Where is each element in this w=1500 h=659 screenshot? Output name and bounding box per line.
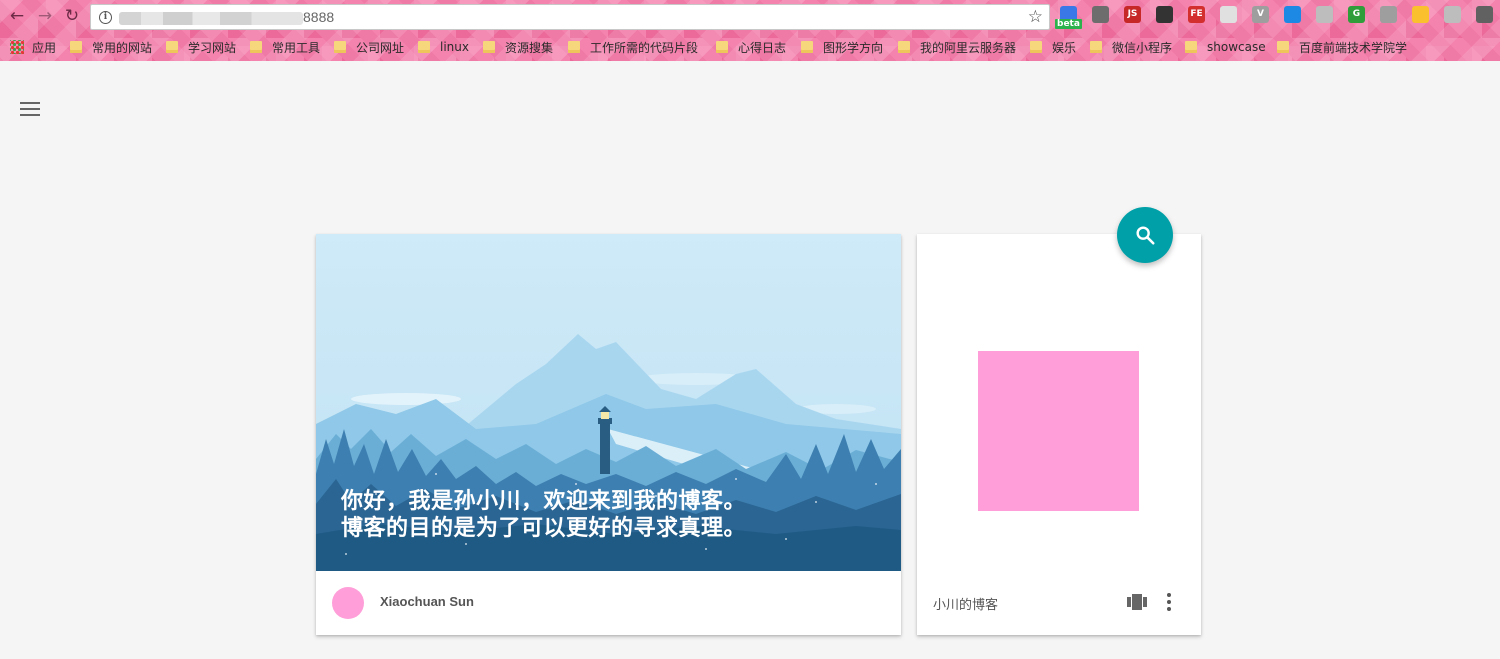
blog-info-card: 小川的博客 — [917, 234, 1201, 635]
blog-logo-placeholder — [978, 351, 1139, 511]
folder-icon — [70, 41, 82, 53]
url-redacted — [119, 12, 303, 25]
bookmark-item[interactable]: 资源搜集 — [483, 38, 553, 56]
info-icon[interactable]: i — [99, 11, 112, 24]
folder-icon — [1277, 41, 1289, 53]
bookmark-item[interactable]: 百度前端技术学院学 — [1277, 38, 1407, 56]
bookmark-item[interactable]: linux — [418, 38, 469, 56]
beta-badge: beta — [1055, 19, 1082, 29]
bookmark-label: 我的阿里云服务器 — [920, 40, 1017, 55]
bookmark-item[interactable]: 应用 — [10, 38, 56, 56]
folder-icon — [483, 41, 495, 53]
search-button[interactable] — [1117, 207, 1173, 263]
back-arrow-icon[interactable]: ← — [6, 5, 28, 27]
ghost-extension-icon[interactable] — [1092, 6, 1109, 23]
circle-extension-icon[interactable] — [1444, 6, 1461, 23]
bookmark-item[interactable]: 常用的网站 — [70, 38, 152, 56]
bookmark-label: 微信小程序 — [1112, 40, 1173, 55]
bookmark-item[interactable]: 图形学方向 — [801, 38, 883, 56]
bookmark-label: 学习网站 — [188, 40, 237, 55]
js-extension-icon[interactable]: JS — [1124, 6, 1141, 23]
url-port-text: 8888 — [303, 9, 335, 25]
bookmark-item[interactable]: 娱乐 — [1030, 38, 1076, 56]
qrcode-extension-icon[interactable] — [1156, 6, 1173, 23]
more-vert-icon[interactable] — [1167, 593, 1171, 611]
bookmark-label: 常用工具 — [272, 40, 321, 55]
bookmark-item[interactable]: 微信小程序 — [1090, 38, 1172, 56]
bookmark-item[interactable]: 工作所需的代码片段 — [568, 38, 698, 56]
bookmark-label: linux — [440, 40, 469, 54]
folder-icon — [1090, 41, 1102, 53]
crown-extension-icon[interactable] — [1412, 6, 1429, 23]
search-icon — [1136, 226, 1155, 245]
menu-icon[interactable] — [20, 102, 40, 116]
vue-extension-icon[interactable]: V — [1252, 6, 1269, 23]
bookmark-label: 资源搜集 — [505, 40, 554, 55]
note-extension-icon[interactable] — [1220, 6, 1237, 23]
forward-arrow-icon[interactable]: → — [34, 5, 56, 27]
bookmark-item[interactable]: 学习网站 — [166, 38, 236, 56]
bookmarks-bar: 应用 常用的网站 学习网站 常用工具 公司网址 linux 资源搜集 工作所需的代码片段 心得日… — [0, 35, 1500, 59]
hero-line-1: 你好，我是孙小川，欢迎来到我的博客。 — [341, 489, 747, 514]
blog-hero-card: 你好，我是孙小川，欢迎来到我的博客。 博客的目的是为了可以更好的寻求真理。 Xi… — [316, 234, 901, 635]
download-extension-icon[interactable] — [1284, 6, 1301, 23]
bookmark-label: 百度前端技术学院学 — [1299, 40, 1408, 55]
folder-icon — [898, 41, 910, 53]
folder-icon — [568, 41, 580, 53]
avatar[interactable] — [332, 587, 364, 619]
reload-icon[interactable]: ↻ — [61, 5, 83, 27]
folder-icon — [1185, 41, 1197, 53]
bookmark-label: 公司网址 — [356, 40, 405, 55]
grammarly-extension-icon[interactable]: G — [1348, 6, 1365, 23]
bookmark-label: 图形学方向 — [823, 40, 884, 55]
play-extension-icon[interactable] — [1380, 6, 1397, 23]
browser-toolbar: ← → ↻ i 8888 ☆ beta JS FE V G — [0, 0, 1500, 33]
folder-icon — [250, 41, 262, 53]
folder-icon — [418, 41, 430, 53]
apps-grid-icon — [10, 40, 24, 54]
beta-extension-icon[interactable]: beta — [1055, 6, 1082, 29]
bookmark-item[interactable]: 我的阿里云服务器 — [898, 38, 1016, 56]
address-bar[interactable]: i 8888 ☆ — [90, 4, 1050, 30]
bookmark-label: 常用的网站 — [92, 40, 153, 55]
folder-icon — [166, 41, 178, 53]
browser-chrome: ← → ↻ i 8888 ☆ beta JS FE V G 应用 常用的网站 学习网站 常用工… — [0, 0, 1500, 61]
folder-icon — [334, 41, 346, 53]
bookmark-star-icon[interactable]: ☆ — [1028, 7, 1043, 27]
folder-icon — [801, 41, 813, 53]
bookmark-item[interactable]: showcase — [1185, 38, 1266, 56]
bookmark-item[interactable]: 公司网址 — [334, 38, 404, 56]
view-carousel-icon[interactable] — [1127, 594, 1147, 610]
bookmark-item[interactable]: 心得日志 — [716, 38, 786, 56]
bookmark-label: 心得日志 — [738, 40, 787, 55]
hero-illustration: 你好，我是孙小川，欢迎来到我的博客。 博客的目的是为了可以更好的寻求真理。 — [316, 234, 901, 571]
blog-title: 小川的博客 — [933, 598, 999, 613]
hero-line-2: 博客的目的是为了可以更好的寻求真理。 — [341, 516, 747, 541]
location-extension-icon[interactable] — [1476, 6, 1493, 23]
bookmark-label: showcase — [1207, 40, 1266, 54]
book-extension-icon[interactable] — [1316, 6, 1333, 23]
bookmark-item[interactable]: 常用工具 — [250, 38, 320, 56]
author-name: Xiaochuan Sun — [380, 594, 474, 609]
hero-welcome-text: 你好，我是孙小川，欢迎来到我的博客。 博客的目的是为了可以更好的寻求真理。 — [341, 488, 881, 542]
folder-icon — [716, 41, 728, 53]
bookmark-label: 工作所需的代码片段 — [590, 40, 699, 55]
bookmark-label: 娱乐 — [1052, 40, 1077, 55]
fe-extension-icon[interactable]: FE — [1188, 6, 1205, 23]
bookmark-label: 应用 — [32, 40, 57, 55]
folder-icon — [1030, 41, 1042, 53]
